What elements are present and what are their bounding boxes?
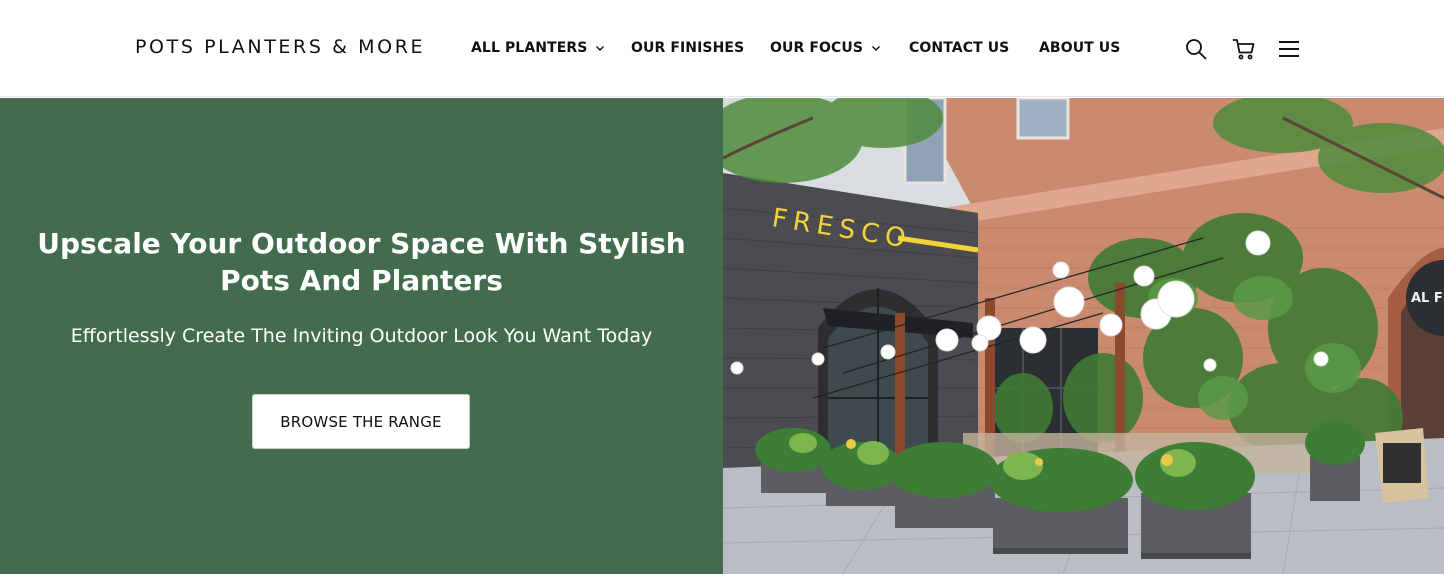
side-sign: AL FR xyxy=(1411,291,1444,306)
nav-item-label: ALL PLANTERS xyxy=(471,40,588,56)
nav-item-our-finishes[interactable]: OUR FINISHES xyxy=(631,40,744,56)
nav-item-label: OUR FOCUS xyxy=(770,40,864,56)
chevron-down-icon xyxy=(872,46,881,51)
hero-text-panel: Upscale Your Outdoor Space With Stylish … xyxy=(0,98,723,574)
nav-item-label: OUR FINISHES xyxy=(631,40,745,56)
cart-icon[interactable] xyxy=(1232,37,1256,61)
nav-item-our-focus[interactable]: OUR FOCUS xyxy=(770,40,881,56)
nav-item-contact-us[interactable]: CONTACT US xyxy=(909,40,1009,56)
nav-item-all-planters[interactable]: ALL PLANTERS xyxy=(471,40,605,56)
hero-title: Upscale Your Outdoor Space With Stylish … xyxy=(37,227,686,297)
menu-icon[interactable] xyxy=(1277,37,1301,61)
nav-item-about-us[interactable]: ABOUT US xyxy=(1039,40,1120,56)
nav-item-label: CONTACT US xyxy=(909,40,1010,56)
chevron-down-icon xyxy=(596,46,605,51)
browse-range-button[interactable]: BROWSE THE RANGE xyxy=(252,394,470,449)
storefront-illustration: FRESCO AL F xyxy=(723,98,1444,574)
nav-item-label: ABOUT US xyxy=(1039,40,1121,56)
site-header: POTS PLANTERS & MORE ALL PLANTERS OUR FI… xyxy=(0,0,1444,97)
site-logo[interactable]: POTS PLANTERS & MORE xyxy=(135,36,425,58)
search-icon[interactable] xyxy=(1184,37,1208,61)
hero-image: FRESCO AL F xyxy=(723,98,1444,574)
hero-subtitle: Effortlessly Create The Inviting Outdoor… xyxy=(70,325,653,347)
